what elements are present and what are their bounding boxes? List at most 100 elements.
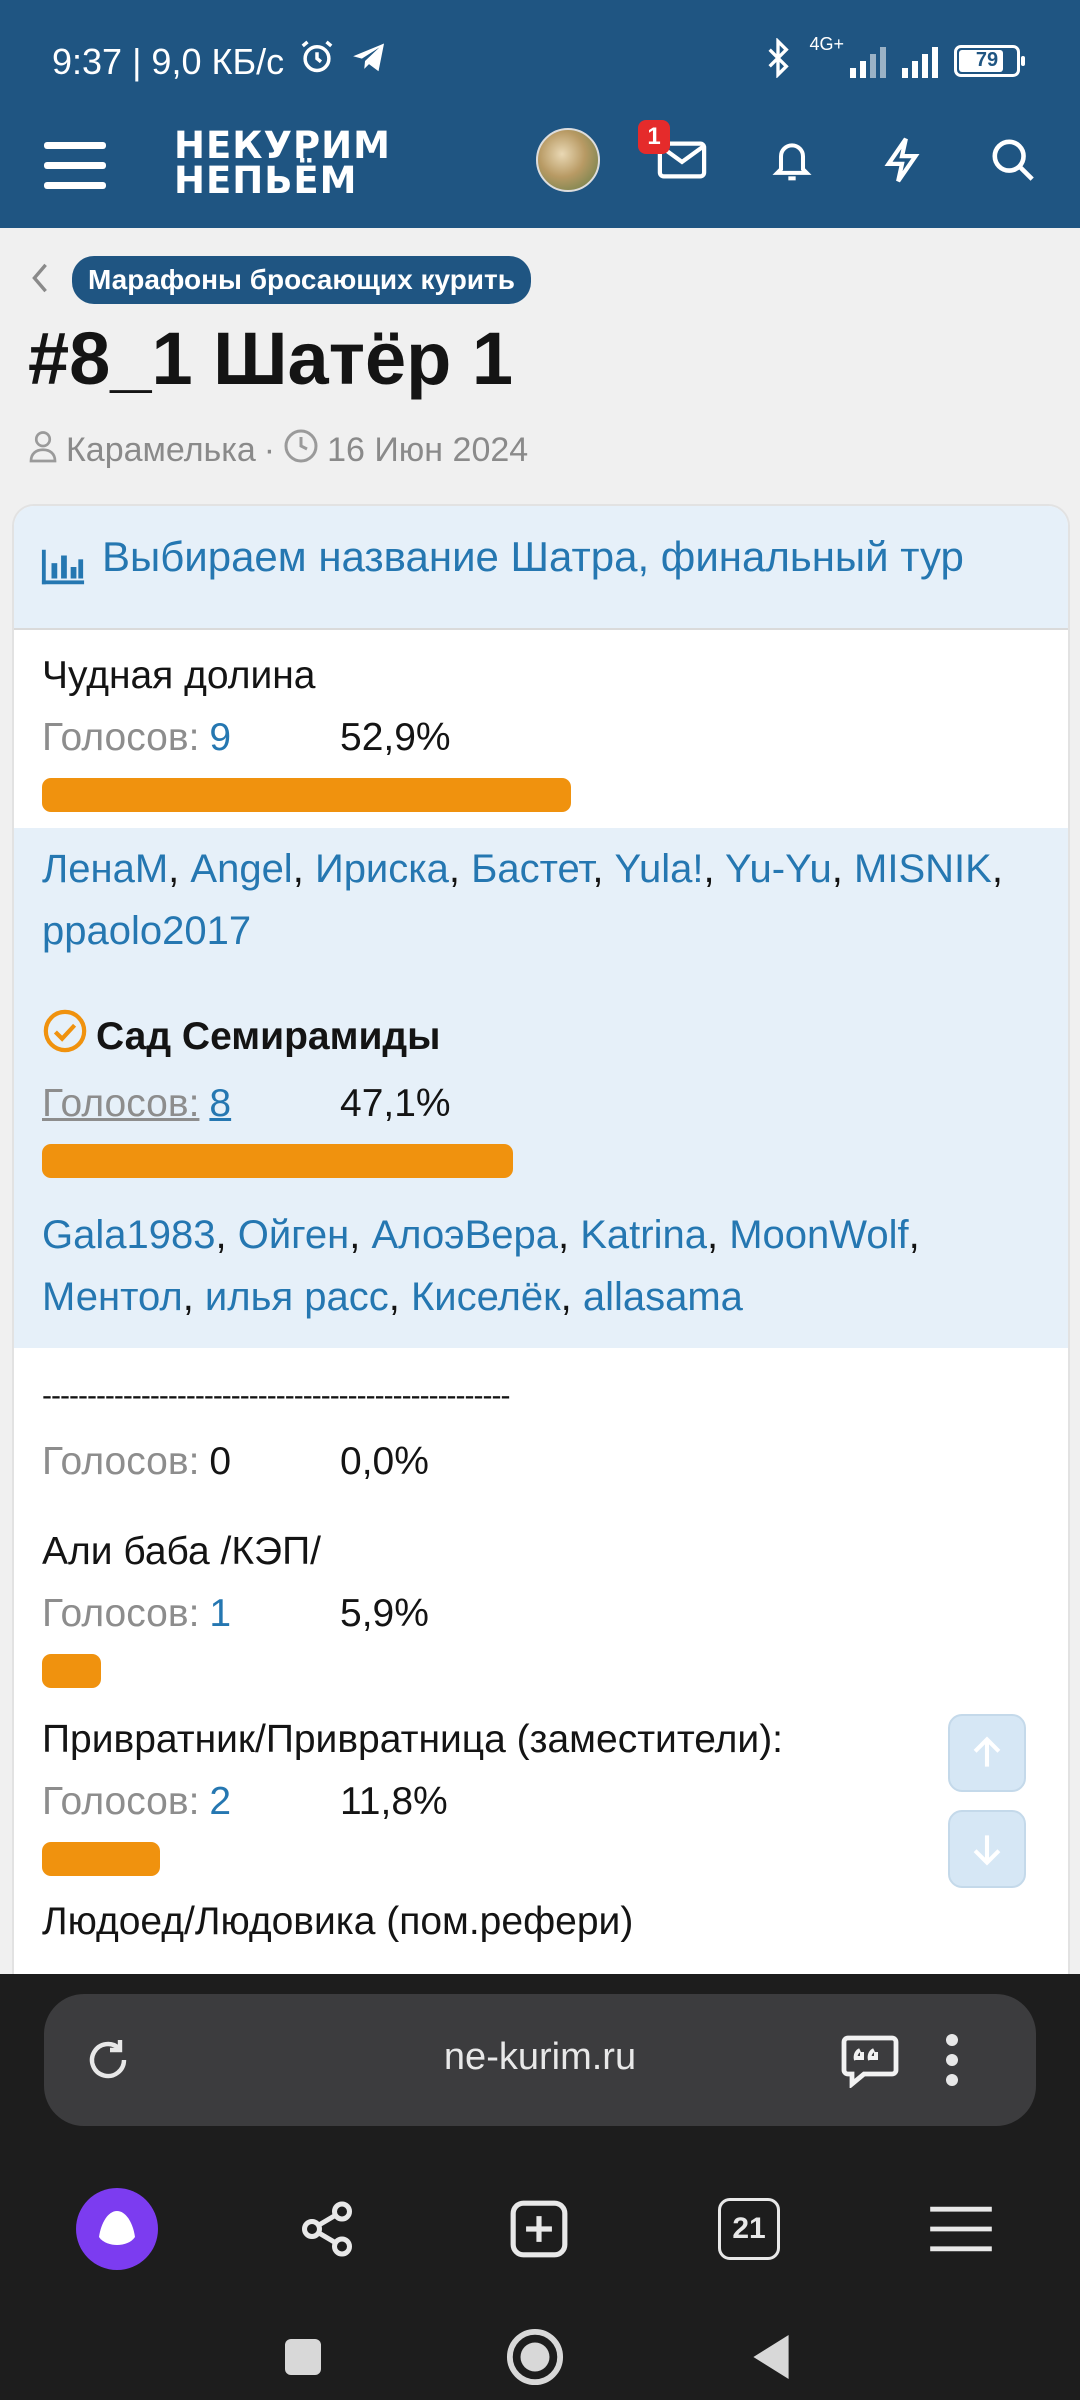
- poll-option-label: ----------------------------------------…: [42, 1379, 511, 1412]
- voter-separator: ,: [703, 847, 726, 891]
- bar-chart-icon: [40, 524, 86, 606]
- voter-link[interactable]: Ириска: [315, 847, 449, 891]
- poll-option: Сад Семирамиды Голосов: 8 47,1%: [14, 982, 1068, 1194]
- vote-bar-track: [42, 1144, 1040, 1178]
- poll-option-label: Сад Семирамиды: [96, 1015, 441, 1058]
- notifications-button[interactable]: [756, 124, 828, 196]
- voter-link[interactable]: Ментол: [42, 1275, 183, 1319]
- voter-separator: ,: [831, 847, 855, 891]
- meta-separator: ·: [263, 431, 276, 469]
- vote-bar-track: [42, 1654, 1040, 1688]
- voter-link[interactable]: Yula!: [615, 847, 704, 891]
- votes-count-link[interactable]: 2: [209, 1778, 231, 1826]
- voter-separator: ,: [558, 1213, 581, 1257]
- scroll-top-button[interactable]: [948, 1714, 1026, 1792]
- share-button[interactable]: [262, 2164, 392, 2294]
- clock-icon: [283, 428, 319, 473]
- voter-separator: ,: [991, 847, 1003, 891]
- poll-option: Али баба /КЭП/ Голосов: 1 5,9%: [14, 1486, 1068, 1688]
- address-bar[interactable]: ne-kurim.ru: [44, 1994, 1036, 2126]
- voter-link[interactable]: MISNIK: [854, 847, 992, 891]
- vote-bar: [42, 1842, 160, 1876]
- voter-separator: ,: [388, 1275, 411, 1319]
- poll-option-label: Людоед/Людовика (пом.рефери): [42, 1900, 634, 1943]
- breadcrumb-category-link[interactable]: Марафоны бросающих курить: [72, 256, 531, 304]
- browser-toolbar: 21: [0, 2164, 1080, 2294]
- poll-title: Выбираем название Шатра, финальный тур: [102, 533, 964, 580]
- voter-separator: ,: [349, 1213, 372, 1257]
- check-circle-icon: [42, 1008, 88, 1066]
- voters-list: ЛенаМ, Angel, Ириска, Бастет, Yula!, Yu-…: [14, 828, 1068, 982]
- voter-link[interactable]: Ойген: [238, 1213, 350, 1257]
- voter-link[interactable]: allasama: [583, 1275, 743, 1319]
- poll-option-label: Чудная долина: [42, 654, 316, 697]
- voter-link[interactable]: Yu-Yu: [725, 847, 832, 891]
- voter-separator: ,: [707, 1213, 730, 1257]
- votes-label: Голосов:: [42, 1082, 200, 1125]
- new-tab-button[interactable]: [474, 2164, 604, 2294]
- bell-icon: [772, 143, 812, 181]
- poll-option: ----------------------------------------…: [14, 1348, 1068, 1486]
- reader-quote-icon[interactable]: [840, 2032, 900, 2093]
- voter-separator: ,: [908, 1213, 920, 1257]
- alice-assistant-button[interactable]: [52, 2164, 182, 2294]
- voter-link[interactable]: АлоэВера: [371, 1213, 558, 1257]
- vote-percent: 11,8%: [340, 1780, 448, 1823]
- status-bar: 9:37 | 9,0 КБ/с 4G+ 79: [0, 0, 1080, 120]
- poll-option-votes: Голосов: 2 11,8%: [42, 1778, 1040, 1826]
- voter-link[interactable]: Gala1983: [42, 1213, 215, 1257]
- vote-bar: [42, 778, 571, 812]
- home-button[interactable]: [500, 2322, 570, 2392]
- votes-label: Голосов:: [42, 1440, 200, 1483]
- voter-link[interactable]: Katrina: [580, 1213, 707, 1257]
- menu-button[interactable]: [44, 134, 106, 196]
- voter-separator: ,: [592, 847, 615, 891]
- logo-line-2: НЕПЬЁМ: [174, 159, 358, 202]
- poll-option-votes: Голосов: 1 5,9%: [42, 1590, 1040, 1638]
- votes-count-link[interactable]: 9: [209, 714, 231, 762]
- arrow-down-icon: [973, 1835, 1001, 1866]
- voter-link[interactable]: ppaolo2017: [42, 909, 251, 953]
- signal-icon-2: [902, 44, 938, 78]
- recents-button[interactable]: [268, 2322, 338, 2392]
- browser-menu-button[interactable]: [896, 2164, 1026, 2294]
- thread-author-link[interactable]: Карамелька: [66, 431, 256, 470]
- scroll-bottom-button[interactable]: [948, 1810, 1026, 1888]
- telegram-icon: [350, 38, 388, 85]
- whats-new-button[interactable]: [866, 124, 938, 196]
- browser-chrome: ne-kurim.ru 21: [0, 1974, 1080, 2400]
- poll-header: Выбираем название Шатра, финальный тур: [14, 506, 1068, 630]
- alice-icon: [76, 2188, 158, 2270]
- poll-option-votes: Голосов: 0 0,0%: [42, 1438, 1040, 1486]
- thread-date-link[interactable]: 16 Июн 2024: [327, 431, 528, 470]
- user-icon: [28, 429, 58, 472]
- voter-link[interactable]: илья расс: [205, 1275, 389, 1319]
- voter-link[interactable]: Бастет: [471, 847, 592, 891]
- status-time-speed: 9:37 | 9,0 КБ/с: [52, 40, 285, 82]
- tabs-button[interactable]: 21: [684, 2164, 814, 2294]
- votes-count-link[interactable]: 8: [209, 1080, 231, 1128]
- user-avatar[interactable]: [536, 128, 600, 192]
- poll-option-label: Привратник/Привратница (заместители):: [42, 1718, 784, 1761]
- voter-link[interactable]: ЛенаМ: [42, 847, 168, 891]
- voter-separator: ,: [560, 1275, 583, 1319]
- votes-label: Голосов:: [42, 1592, 200, 1635]
- status-left: 9:37 | 9,0 КБ/с: [52, 38, 388, 85]
- battery-icon: 79: [954, 44, 1025, 77]
- site-logo[interactable]: НЕКУРИМ НЕПЬЁМ: [174, 124, 391, 202]
- voter-separator: ,: [448, 847, 472, 891]
- plus-square-icon: [510, 2200, 568, 2258]
- chevron-left-icon[interactable]: [30, 263, 50, 298]
- back-button[interactable]: [736, 2322, 806, 2392]
- poll-option-votes: Голосов: 9 52,9%: [42, 714, 1040, 762]
- voter-link[interactable]: Киселёк: [411, 1275, 561, 1319]
- search-button[interactable]: [977, 124, 1049, 196]
- voter-separator: ,: [292, 847, 315, 891]
- more-vertical-icon[interactable]: [944, 2032, 960, 2093]
- voter-link[interactable]: Angel: [190, 847, 292, 891]
- logo-line-1: НЕКУРИМ: [174, 124, 391, 167]
- votes-count-link[interactable]: 1: [209, 1590, 231, 1638]
- page-title: #8_1 Шатёр 1: [28, 317, 514, 400]
- voter-link[interactable]: MoonWolf: [729, 1213, 908, 1257]
- network-type: 4G+: [809, 34, 844, 54]
